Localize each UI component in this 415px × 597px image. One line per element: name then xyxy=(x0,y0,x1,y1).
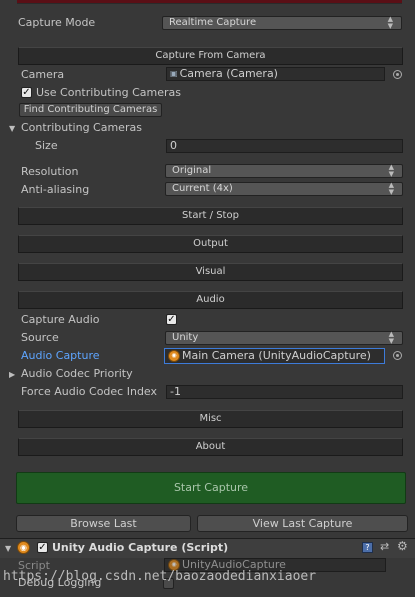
section-start-stop[interactable]: Start / Stop xyxy=(18,207,403,225)
component-enabled-checkbox[interactable]: ✓ xyxy=(37,542,48,553)
foldout-closed-icon[interactable]: ▶ xyxy=(9,370,15,379)
audio-capture-field[interactable]: ◉ Main Camera (UnityAudioCapture) xyxy=(164,348,385,364)
find-contributing-button[interactable]: Find Contributing Cameras xyxy=(19,103,162,117)
size-field[interactable]: 0 xyxy=(166,139,403,153)
foldout-open-icon[interactable]: ▼ xyxy=(9,124,15,133)
component-title: Unity Audio Capture (Script) xyxy=(52,541,229,554)
capture-mode-dropdown[interactable]: Realtime Capture ▲ ▼ xyxy=(162,16,402,30)
section-misc[interactable]: Misc xyxy=(18,410,403,428)
section-capture-from-camera[interactable]: Capture From Camera xyxy=(18,47,403,65)
anti-aliasing-value: Current (4x) xyxy=(172,183,233,194)
capture-mode-value: Realtime Capture xyxy=(169,17,257,28)
audio-codec-priority-label[interactable]: Audio Codec Priority xyxy=(21,367,133,381)
camera-label: Camera xyxy=(21,68,65,81)
gear-icon[interactable]: ⚙ xyxy=(397,539,408,553)
help-book-icon[interactable]: ? xyxy=(362,542,373,553)
dropdown-arrows-icon: ▲ ▼ xyxy=(387,15,393,30)
use-contributing-label: Use Contributing Cameras xyxy=(36,86,181,99)
unity-audio-icon: ◉ xyxy=(168,350,180,362)
camera-field[interactable]: ▣ Camera (Camera) xyxy=(166,67,385,81)
source-dropdown[interactable]: Unity ▲ ▼ xyxy=(165,331,403,345)
section-audio[interactable]: Audio xyxy=(18,291,403,309)
view-last-capture-button[interactable]: View Last Capture xyxy=(197,515,408,532)
anti-aliasing-dropdown[interactable]: Current (4x) ▲ ▼ xyxy=(165,182,403,196)
force-audio-codec-index-field[interactable]: -1 xyxy=(166,385,403,399)
anti-aliasing-label: Anti-aliasing xyxy=(21,183,90,196)
resolution-value: Original xyxy=(172,165,212,176)
force-audio-codec-index-label: Force Audio Codec Index xyxy=(21,385,158,398)
section-output[interactable]: Output xyxy=(18,235,403,253)
preset-icon[interactable]: ⇄ xyxy=(380,540,389,553)
watermark-text: https://blog.csdn.net/baozaodedianxiaoer xyxy=(3,569,317,584)
top-strip xyxy=(17,0,402,4)
section-visual[interactable]: Visual xyxy=(18,263,403,281)
dropdown-arrows-icon: ▲ ▼ xyxy=(388,330,394,345)
start-capture-button[interactable]: Start Capture xyxy=(16,472,406,504)
audio-capture-label: Audio Capture xyxy=(21,349,100,362)
unity-audio-capture-icon: ◉ xyxy=(17,541,30,554)
section-about[interactable]: About xyxy=(18,438,403,456)
source-value: Unity xyxy=(172,332,199,343)
browse-last-button[interactable]: Browse Last xyxy=(16,515,191,532)
capture-audio-checkbox[interactable]: ✓ xyxy=(166,314,177,325)
capture-audio-label: Capture Audio xyxy=(21,313,100,326)
object-picker-icon[interactable] xyxy=(393,351,402,360)
object-picker-icon[interactable] xyxy=(393,70,402,79)
audio-capture-value: Main Camera (UnityAudioCapture) xyxy=(182,349,371,362)
capture-mode-label: Capture Mode xyxy=(18,16,96,29)
component-foldout-icon[interactable]: ▼ xyxy=(5,544,11,553)
dropdown-arrows-icon: ▲ ▼ xyxy=(388,163,394,178)
contributing-cameras-label[interactable]: Contributing Cameras xyxy=(21,121,142,135)
use-contributing-checkbox[interactable]: ✓ xyxy=(21,87,32,98)
size-label: Size xyxy=(35,139,58,152)
camera-icon: ▣ xyxy=(170,69,178,78)
resolution-dropdown[interactable]: Original ▲ ▼ xyxy=(165,164,403,178)
resolution-label: Resolution xyxy=(21,165,79,178)
source-label: Source xyxy=(21,331,59,344)
dropdown-arrows-icon: ▲ ▼ xyxy=(388,181,394,196)
camera-value: Camera (Camera) xyxy=(179,67,278,80)
